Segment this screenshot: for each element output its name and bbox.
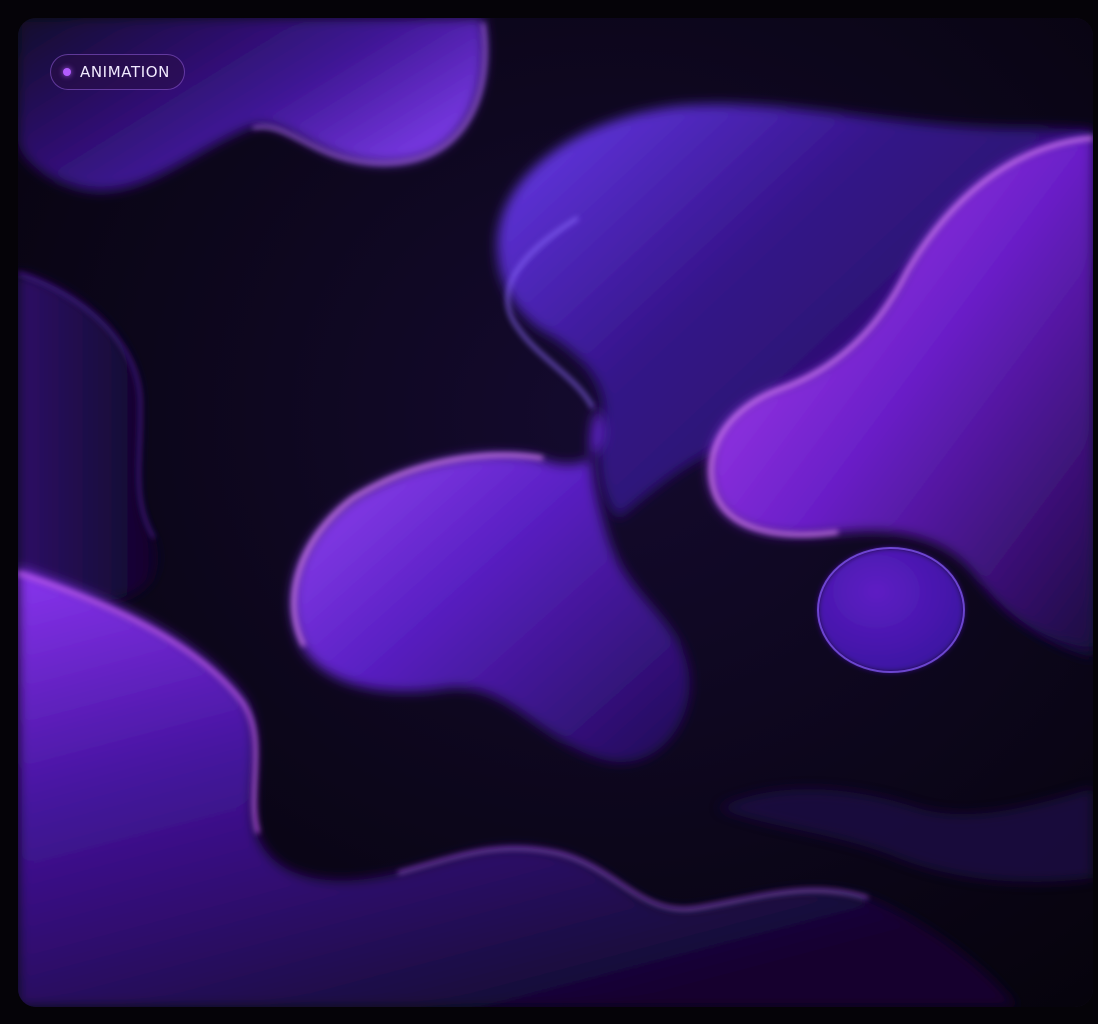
status-dot-icon [63,68,71,76]
badge-label: ANIMATION [80,63,170,81]
blob-artwork [18,18,1093,1007]
animation-canvas: ANIMATION [18,18,1093,1007]
animation-badge: ANIMATION [50,54,185,90]
blob-oval [817,547,965,673]
